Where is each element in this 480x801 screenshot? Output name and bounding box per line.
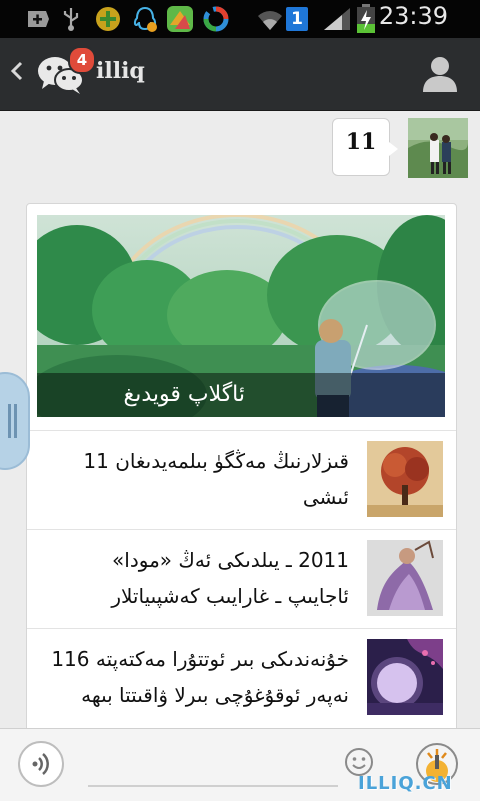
chat-header: 4 illiq [0,38,480,111]
voice-wave-icon [32,753,49,775]
bubble-tail [389,142,398,156]
drawer-grip [8,404,11,438]
clock: 23:39 [378,2,448,30]
message-bubble[interactable]: 11 [332,118,390,176]
drawer-grip [14,404,17,438]
page-title: illiq [96,58,145,84]
browser-app-icon [167,6,193,32]
avatar-photo [408,118,468,178]
battery-charging-icon [357,4,375,33]
fashion-thumbnail [367,540,443,616]
chevron-left-icon [10,61,23,81]
list-item-thumbnail [367,639,443,715]
list-item-title: خۇنەندىكى بىر ئوتتۇرا مەكتەپتە 116 نەپەر… [51,647,349,707]
avatar[interactable] [408,118,468,178]
sim-number: 1 [291,9,303,29]
signal-icon [324,8,350,30]
wifi-icon [258,11,282,30]
app-ring-icon [203,6,229,32]
person-icon[interactable] [420,54,460,94]
article-card[interactable]: ئاگلاپ قويدىغ قىزلارنىڭ مەڭگۈ بىلمەيدىغا… [26,203,457,745]
list-item[interactable]: قىزلارنىڭ مەڭگۈ بىلمەيدىغان 11 ئىشى [27,430,456,529]
unread-badge: 4 [68,46,96,74]
status-bar: 1 23:39 [0,0,480,38]
list-item-thumbnail [367,441,443,517]
joystick-app-icon [96,7,120,31]
cover-caption: ئاگلاپ قويدىغ [37,373,445,417]
cover-caption-text: ئاگلاپ قويدىغ [123,382,245,407]
message-input[interactable] [88,785,338,787]
message-text: 11 [345,129,377,155]
back-button[interactable] [10,60,24,87]
list-item-title: قىزلارنىڭ مەڭگۈ بىلمەيدىغان 11 ئىشى [83,449,349,509]
list-item[interactable]: خۇنەندىكى بىر ئوتتۇرا مەكتەپتە 116 نەپەر… [27,628,456,727]
watermark: ILLIQ.CN [358,773,453,794]
side-drawer-handle[interactable] [0,372,30,470]
moon-thumbnail [367,639,443,715]
cover-image[interactable]: ئاگلاپ قويدىغ [37,215,445,417]
usb-icon [63,8,79,31]
list-item[interactable]: 2011 ـ يىلدىكى ئەڭ «مودا» ئاجايىپ ـ غارا… [27,529,456,628]
qq-notification-icon [133,6,157,32]
list-item-title: 2011 ـ يىلدىكى ئەڭ «مودا» ئاجايىپ ـ غارا… [111,548,349,608]
voice-button[interactable] [18,741,64,787]
sim-card-icon: 1 [286,7,308,31]
list-item-thumbnail [367,540,443,616]
plus-box-icon [28,11,49,27]
tree-thumbnail [367,441,443,517]
message-input-bar: ILLIQ.CN [0,728,480,801]
